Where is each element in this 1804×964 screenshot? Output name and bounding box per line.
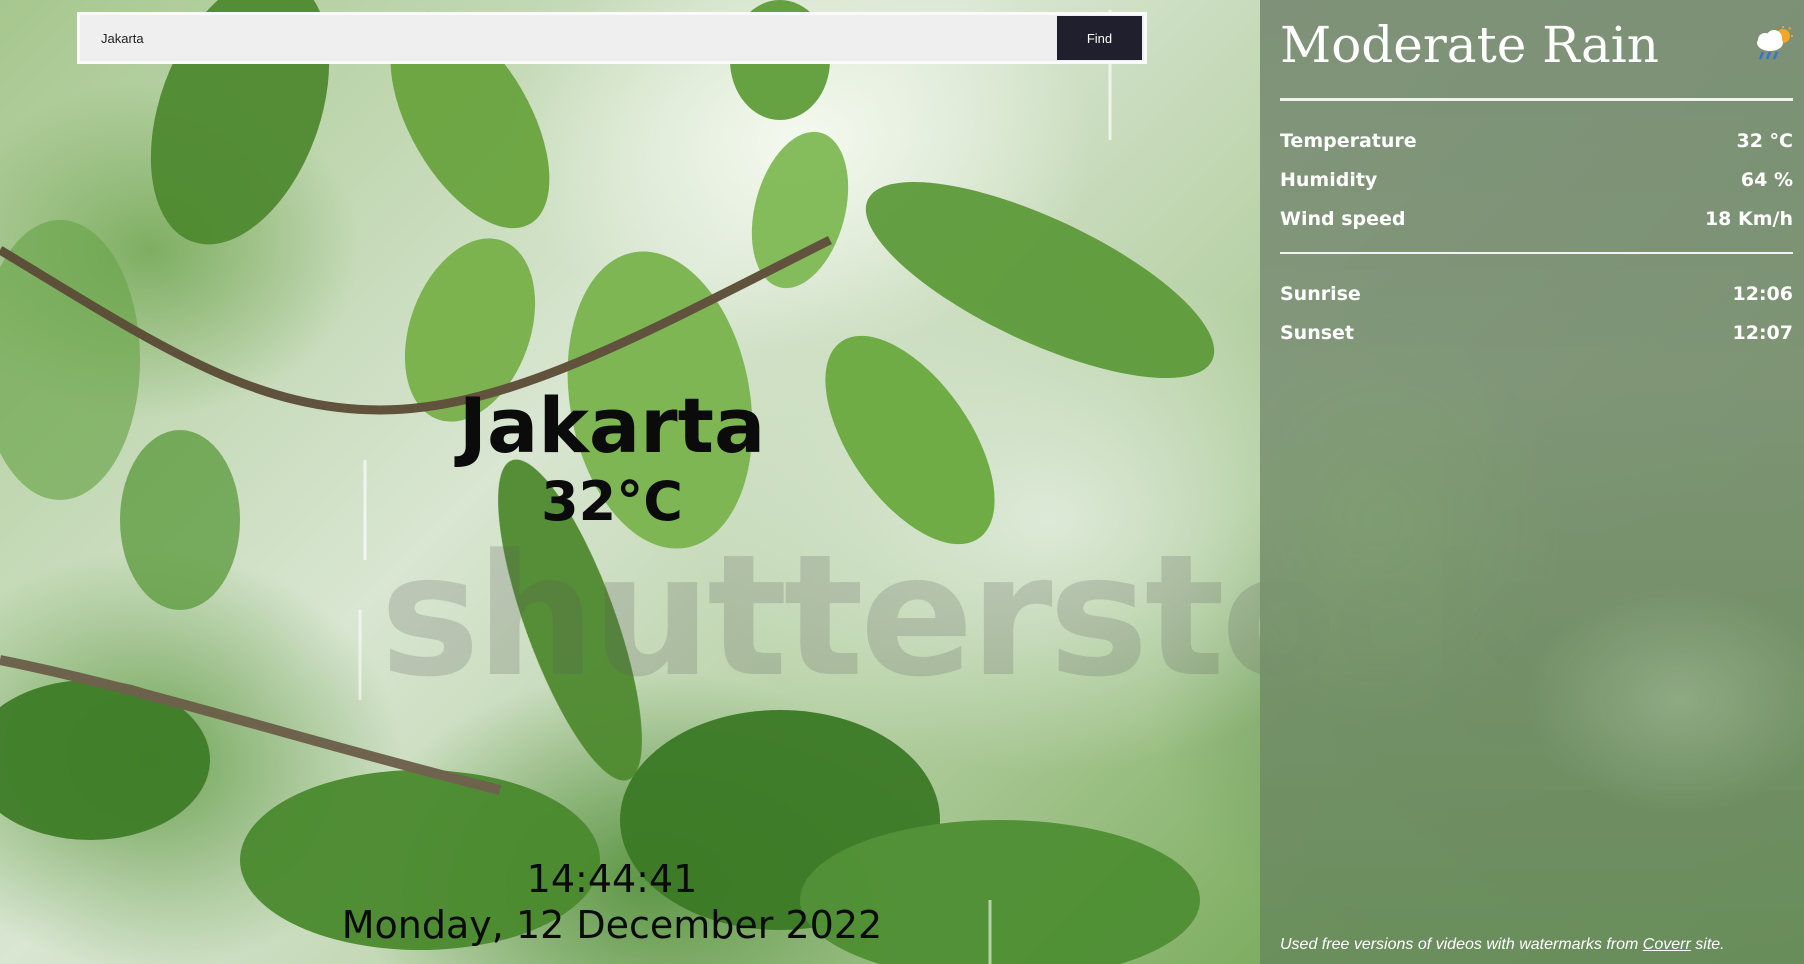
coverr-link[interactable]: Coverr bbox=[1643, 936, 1691, 953]
stat-label: Wind speed bbox=[1280, 207, 1406, 230]
stat-label: Sunset bbox=[1280, 321, 1355, 344]
rain-cloud-sun-icon bbox=[1757, 26, 1793, 60]
stat-value: 64 % bbox=[1740, 168, 1793, 191]
credits-footer: Used free versions of videos with waterm… bbox=[1280, 936, 1725, 954]
stat-humidity: Humidity 64 % bbox=[1280, 160, 1793, 199]
weather-condition: Moderate Rain bbox=[1280, 16, 1659, 74]
stat-label: Temperature bbox=[1280, 129, 1417, 152]
stat-value: 18 Km/h bbox=[1704, 207, 1793, 230]
stat-sunrise: Sunrise 12:06 bbox=[1280, 274, 1793, 313]
weather-app: shutterstock Find Jakarta 32°C 14:44:41 … bbox=[0, 0, 1804, 964]
clock-time: 14:44:41 bbox=[526, 857, 698, 901]
weather-details-panel: Moderate Rain Temperature 32 °C Humidity… bbox=[1260, 0, 1804, 964]
credits-suffix: site. bbox=[1690, 936, 1725, 953]
stat-value: 12:07 bbox=[1732, 321, 1793, 344]
stat-value: 12:06 bbox=[1732, 282, 1793, 305]
city-name: Jakarta bbox=[458, 381, 766, 470]
stat-label: Sunrise bbox=[1280, 282, 1361, 305]
city-temperature: 32°C bbox=[541, 470, 683, 533]
sun-times: Sunrise 12:06 Sunset 12:07 bbox=[1280, 254, 1793, 352]
stat-sunset: Sunset 12:07 bbox=[1280, 313, 1793, 352]
find-button[interactable]: Find bbox=[1057, 16, 1142, 60]
stat-value: 32 °C bbox=[1736, 129, 1794, 152]
stat-wind-speed: Wind speed 18 Km/h bbox=[1280, 199, 1793, 238]
stat-temperature: Temperature 32 °C bbox=[1280, 121, 1793, 160]
city-search-input[interactable] bbox=[80, 15, 1057, 61]
search-bar: Find bbox=[77, 12, 1147, 64]
current-location: Jakarta 32°C bbox=[0, 384, 1224, 534]
clock: 14:44:41 Monday, 12 December 2022 bbox=[0, 856, 1224, 948]
credits-prefix: Used free versions of videos with waterm… bbox=[1280, 936, 1643, 953]
weather-stats: Temperature 32 °C Humidity 64 % Wind spe… bbox=[1280, 101, 1793, 254]
stat-label: Humidity bbox=[1280, 168, 1378, 191]
clock-date: Monday, 12 December 2022 bbox=[341, 903, 883, 947]
condition-header: Moderate Rain bbox=[1280, 0, 1793, 101]
